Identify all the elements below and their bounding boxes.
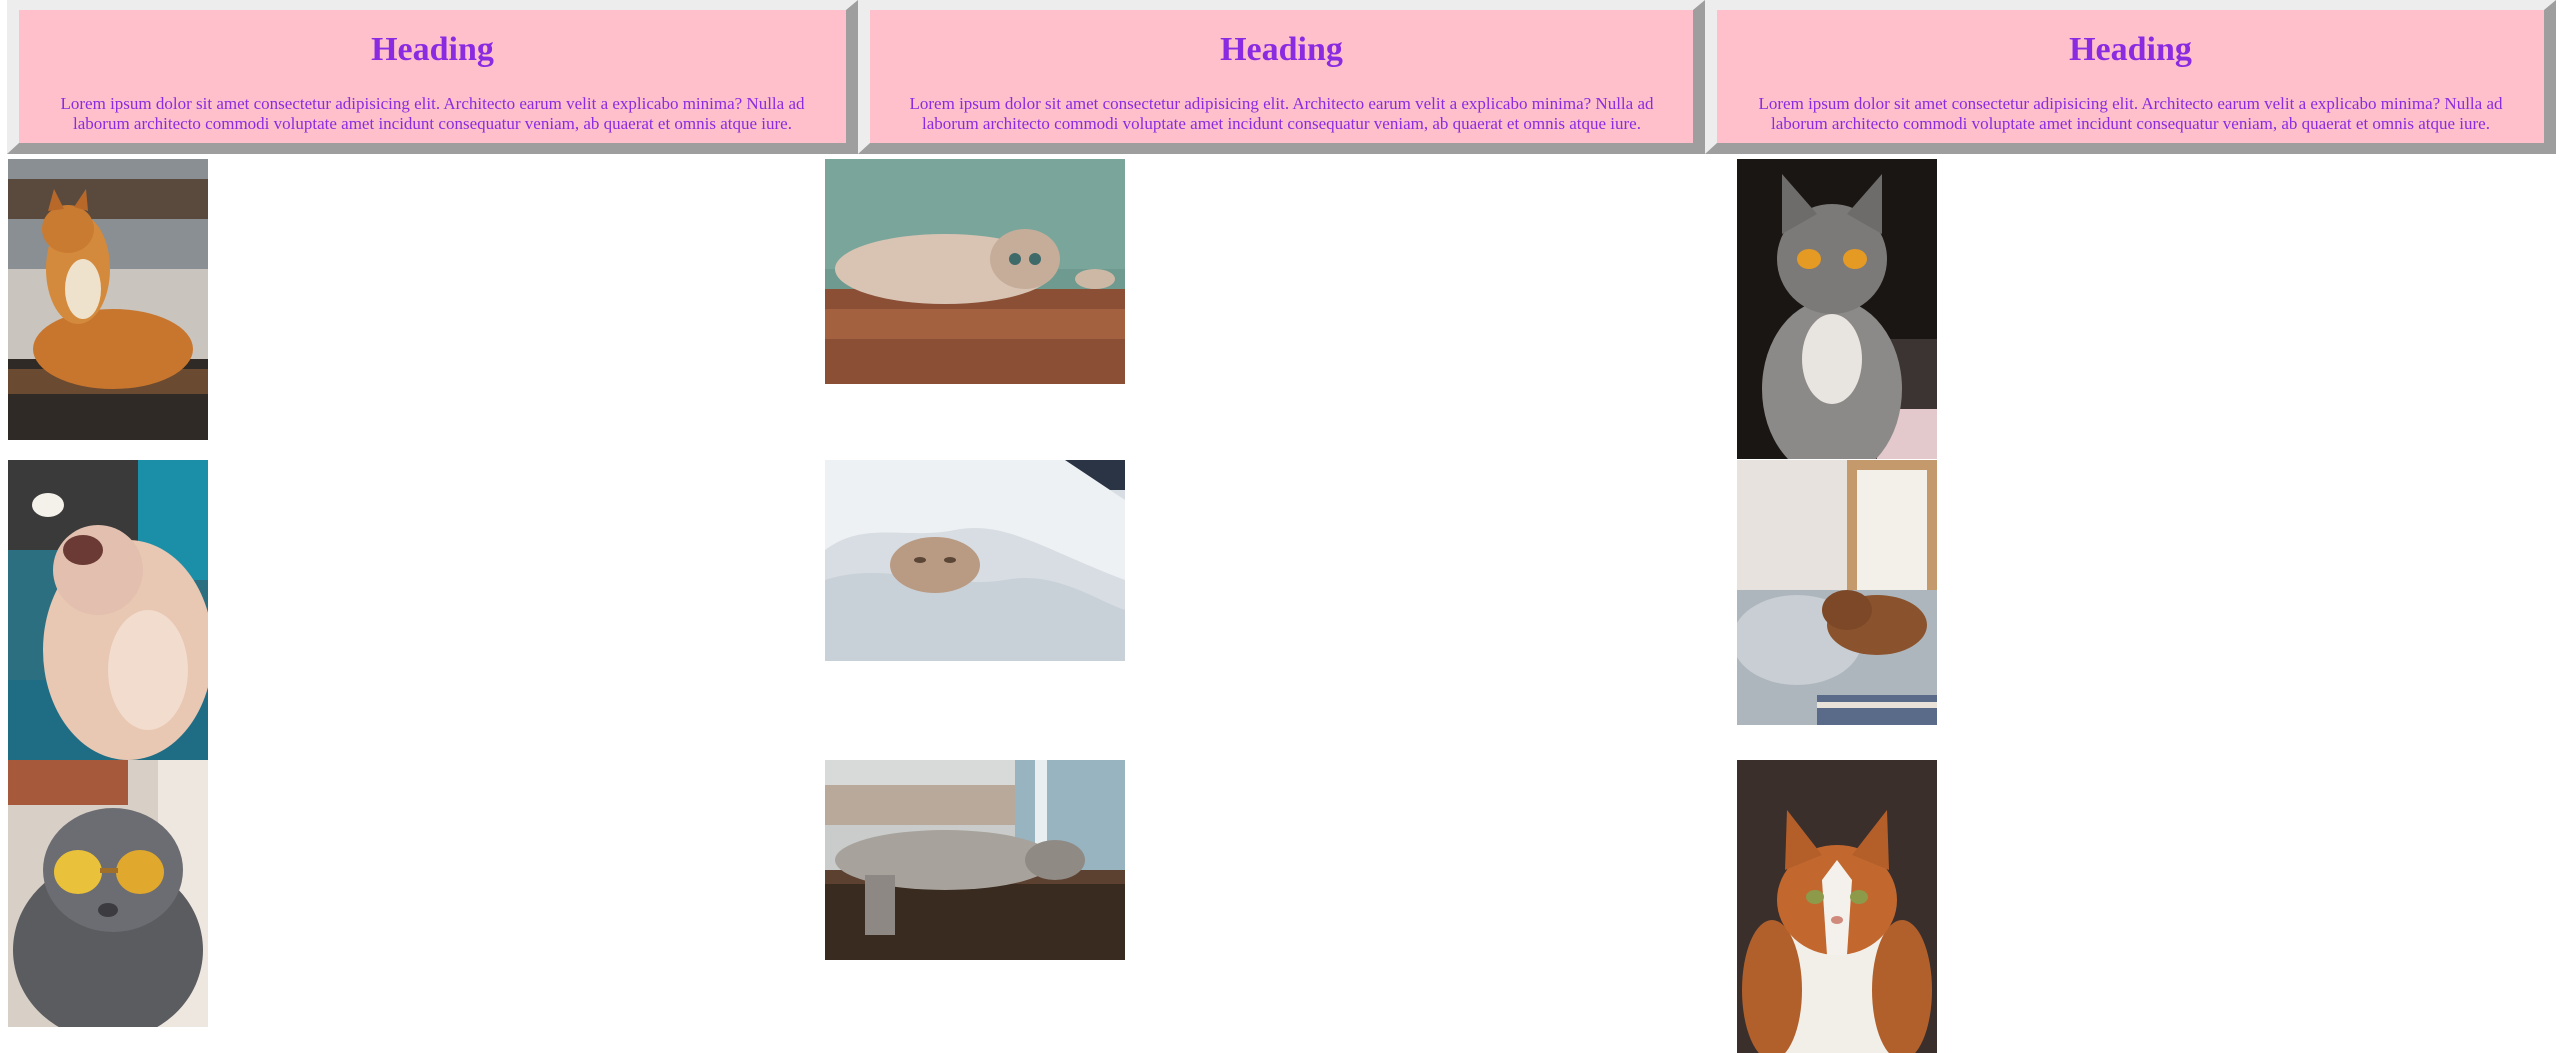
card-1: Heading Lorem ipsum dolor sit amet conse… <box>7 0 858 154</box>
cat-photo-sleeping-by-window <box>1737 460 1937 725</box>
cat-photo-under-blanket <box>825 460 1125 661</box>
card-text: Lorem ipsum dolor sit amet consectetur a… <box>60 94 805 133</box>
card-text: Lorem ipsum dolor sit amet consectetur a… <box>1758 94 2503 133</box>
cat-photo-grey-sunglasses <box>8 760 208 1027</box>
cat-photo-orange-white <box>1737 760 1937 1053</box>
card-heading: Heading <box>2069 31 2192 68</box>
cat-photo-lying-on-floor <box>825 159 1125 384</box>
cat-photo-grey-amber-eyes <box>1737 159 1937 459</box>
card-3: Heading Lorem ipsum dolor sit amet conse… <box>1705 0 2556 154</box>
cat-photo-ginger-on-table <box>8 159 208 440</box>
cat-photo-on-radiator <box>825 760 1125 960</box>
card-heading: Heading <box>1220 31 1343 68</box>
cat-photo-fluffy-flower <box>8 460 208 760</box>
card-heading: Heading <box>371 31 494 68</box>
card-2: Heading Lorem ipsum dolor sit amet conse… <box>858 0 1705 154</box>
card-text: Lorem ipsum dolor sit amet consectetur a… <box>909 94 1654 133</box>
